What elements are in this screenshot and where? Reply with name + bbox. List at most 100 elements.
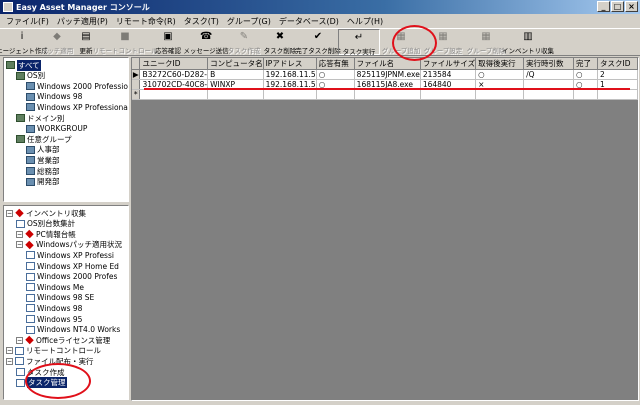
tree-node[interactable]: Windows 95: [26, 314, 82, 324]
maximize-button[interactable]: □: [611, 1, 624, 12]
column-header[interactable]: IPアドレス: [263, 58, 317, 70]
toolbar-icon: ✖: [275, 31, 285, 42]
column-header[interactable]: 実行時引数: [523, 58, 575, 70]
task-grid[interactable]: ユニークID コンピュータ名 IPアドレス 応答有無 ファイル名 ファイルサイズ 取得後実行…: [131, 57, 639, 401]
toolbar-button-11[interactable]: ▦ グループ設定: [422, 29, 464, 55]
menu-group[interactable]: グループ(G): [223, 16, 275, 27]
column-header[interactable]: 応答有無: [316, 58, 355, 70]
menu-task[interactable]: タスク(T): [180, 16, 223, 27]
expand-toggle[interactable]: −: [6, 347, 13, 355]
tree-node[interactable]: − リモートコントロール: [6, 346, 101, 356]
column-header[interactable]: 取得後実行: [475, 58, 525, 70]
toolbar-button-3[interactable]: ■ リモートコントロール: [93, 29, 158, 55]
column-header[interactable]: ユニークID: [139, 58, 209, 70]
tree-node[interactable]: − インベントリ収集: [6, 208, 86, 218]
tree-node[interactable]: タスク作成: [16, 367, 65, 377]
tree-node-label: インベントリ収集: [26, 208, 86, 218]
menu-file[interactable]: ファイル(F): [2, 16, 53, 27]
toolbar-button-10[interactable]: ▦ グループ追加: [380, 29, 422, 55]
computer-tree[interactable]: すべて OS別 Windows 2000 Profession Windows 98 W…: [3, 57, 129, 202]
tree-node[interactable]: OS別: [16, 71, 45, 81]
tree-node[interactable]: Windows 98 SE: [26, 293, 94, 303]
tree-node[interactable]: すべて: [6, 59, 41, 71]
column-header[interactable]: 完了: [573, 58, 598, 70]
tree-node[interactable]: Windows 98: [26, 303, 82, 313]
table-cell: [354, 89, 421, 100]
tree-node-icon: [26, 103, 35, 112]
tree-node[interactable]: Windows XP Professional: [26, 102, 128, 112]
toolbar-label: グループ削除: [466, 47, 506, 55]
toolbar: i エージェント作成 ◆ パッチ適用 ▤ 更新 ■ リモートコントロール ▣ 応答確認 ☎ メッセージ…: [0, 28, 640, 56]
column-header[interactable]: ファイル名: [354, 58, 421, 70]
toolbar-button-13[interactable]: ▥ インベントリ収集: [502, 29, 554, 55]
tree-node[interactable]: 人事部: [26, 145, 60, 155]
column-header[interactable]: コンピュータ名: [207, 58, 264, 70]
tree-node[interactable]: 任意グループ: [16, 134, 72, 144]
row-indicator: [132, 79, 141, 90]
table-cell: [523, 89, 575, 100]
toolbar-label: タスク実行: [342, 48, 376, 56]
tree-node-icon: [26, 124, 35, 133]
tree-node[interactable]: 総務部: [26, 166, 60, 176]
tree-node[interactable]: Windows XP Home Ed: [26, 261, 119, 271]
tree-node-icon: [25, 240, 34, 250]
tree-node[interactable]: Windows 98: [26, 92, 82, 102]
tree-node[interactable]: Windows Me: [26, 282, 84, 292]
tree-node[interactable]: − Officeライセンス管理: [16, 335, 110, 345]
table-cell: 825119JPNM.exe: [354, 69, 421, 80]
toolbar-label: タスク削除: [263, 47, 297, 55]
tree-node[interactable]: WORKGROUP: [26, 124, 87, 134]
tree-node-label: Officeライセンス管理: [36, 335, 111, 345]
tree-node[interactable]: タスク管理: [16, 377, 67, 389]
tree-node[interactable]: Windows NT4.0 Works: [26, 325, 120, 335]
tree-node[interactable]: − PC情報台帳: [16, 229, 76, 239]
new-row[interactable]: *: [132, 89, 638, 100]
menu-remote[interactable]: リモート命令(R): [112, 16, 180, 27]
menu-help[interactable]: ヘルプ(H): [343, 16, 387, 27]
table-cell: ○: [573, 69, 598, 80]
toolbar-button-8[interactable]: ✔ 完了タスク削除: [295, 29, 341, 55]
tree-node-label: 任意グループ: [27, 134, 72, 144]
tree-node[interactable]: Windows XP Professi: [26, 250, 114, 260]
expand-toggle[interactable]: −: [16, 230, 23, 238]
toolbar-icon: ▤: [81, 31, 91, 42]
app-icon: [3, 2, 13, 12]
toolbar-button-7[interactable]: ✖ タスク削除: [262, 29, 298, 55]
table-header-row: ユニークID コンピュータ名 IPアドレス 応答有無 ファイル名 ファイルサイズ 取得後実行…: [132, 58, 638, 70]
minimize-button[interactable]: _: [597, 1, 610, 12]
row-indicator: ▶: [132, 69, 141, 80]
expand-toggle[interactable]: −: [16, 336, 23, 344]
expand-toggle[interactable]: −: [6, 209, 13, 217]
tree-node[interactable]: ドメイン別: [16, 113, 65, 123]
tree-node-icon: [26, 304, 35, 313]
toolbar-button-4[interactable]: ▣ 応答確認: [150, 29, 186, 55]
tree-node-icon: [15, 346, 24, 355]
toolbar-button-0[interactable]: i エージェント作成: [0, 29, 48, 55]
tree-node-icon: [16, 135, 25, 144]
toolbar-icon: ▦: [481, 31, 491, 42]
tree-node[interactable]: OS別台数集計: [16, 219, 75, 229]
tree-node[interactable]: Windows 2000 Profes: [26, 272, 117, 282]
tree-node[interactable]: Windows 2000 Profession: [26, 81, 128, 91]
toolbar-label: タスク作成: [227, 47, 261, 55]
table-row[interactable]: ▶ B3272C60-D282- B 192.168.11.5 ○ 825119JPNM.…: [132, 69, 638, 80]
tree-node[interactable]: − ファイル配布・実行: [6, 356, 94, 366]
menu-patch[interactable]: パッチ適用(P): [53, 16, 112, 27]
tree-node[interactable]: 営業部: [26, 155, 60, 165]
toolbar-button-5[interactable]: ☎ メッセージ送信: [183, 29, 228, 55]
tree-node[interactable]: 開発部: [26, 177, 60, 187]
menu-database[interactable]: データベース(D): [275, 16, 343, 27]
toolbar-button-9[interactable]: ↵ タスク実行: [338, 29, 380, 56]
function-tree[interactable]: − インベントリ収集 OS別台数集計 − PC情報台帳 − Windowsパッチ適用状況 Wi…: [3, 205, 129, 400]
close-button[interactable]: ×: [625, 1, 638, 12]
toolbar-icon: ✎: [239, 31, 249, 42]
table-cell: [475, 89, 525, 100]
column-header[interactable]: ファイルサイズ: [420, 58, 477, 70]
expand-toggle[interactable]: −: [6, 357, 13, 365]
tree-node-label: 人事部: [37, 145, 60, 155]
toolbar-button-1[interactable]: ◆ パッチ適用: [41, 29, 74, 55]
tree-node[interactable]: − Windowsパッチ適用状況: [16, 240, 122, 250]
column-header[interactable]: タスクID: [597, 58, 638, 70]
expand-toggle[interactable]: −: [16, 241, 23, 249]
toolbar-button-6[interactable]: ✎ タスク作成: [226, 29, 262, 55]
